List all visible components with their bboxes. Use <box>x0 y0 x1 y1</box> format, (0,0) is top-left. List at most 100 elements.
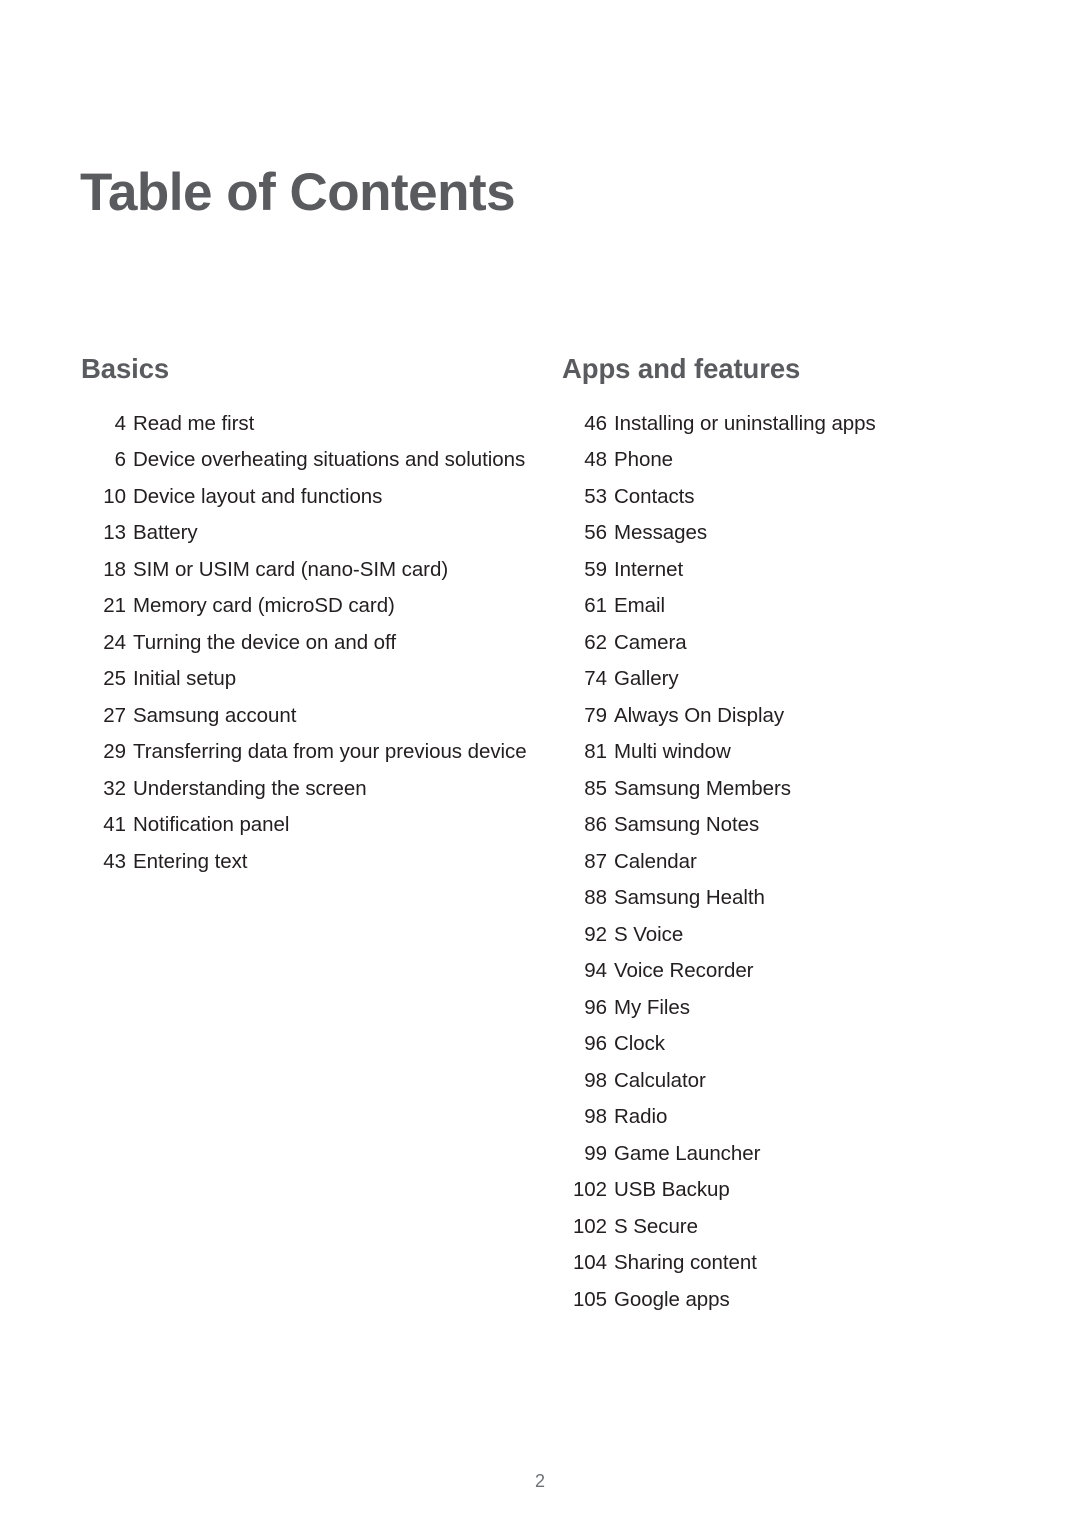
toc-entry-page-number: 41 <box>103 813 126 836</box>
toc-entry[interactable]: 13 Battery <box>81 518 531 547</box>
toc-entry-page-number: 24 <box>103 630 126 654</box>
toc-entry-page-number: 88 <box>584 886 607 909</box>
toc-entry-page-number: 27 <box>103 703 126 727</box>
toc-entry-title: Radio <box>614 1105 668 1128</box>
toc-entry[interactable]: 74 Gallery <box>562 664 1002 693</box>
toc-entry-title: Calculator <box>614 1068 706 1092</box>
toc-entry[interactable]: 105 Google apps <box>562 1285 1002 1314</box>
toc-column-apps-and-features: Apps and features 46 Installing or uninst… <box>562 355 1002 1321</box>
toc-entry-page-number: 85 <box>584 776 607 800</box>
toc-entry[interactable]: 96 Clock <box>562 1029 1002 1058</box>
toc-entry[interactable]: 43 Entering text <box>81 847 531 876</box>
toc-entry[interactable]: 6 Device overheating situations and solut… <box>81 445 531 474</box>
toc-entry-title: Device layout and functions <box>133 484 383 508</box>
toc-entry[interactable]: 102 USB Backup <box>562 1175 1002 1204</box>
toc-entry-page-number: 61 <box>584 594 607 617</box>
toc-entry-title: Sharing content <box>614 1251 757 1274</box>
toc-entry-title: Samsung Health <box>614 886 765 909</box>
toc-entry-page-number: 102 <box>572 1178 607 1201</box>
toc-entry[interactable]: 27 Samsung account <box>81 701 531 730</box>
toc-column-basics: Basics 4 Read me first 6 Device overheating… <box>81 355 531 883</box>
toc-entry-page-number: 46 <box>584 411 607 435</box>
toc-entry[interactable]: 85 Samsung Members <box>562 774 1002 803</box>
toc-entry-page-number: 105 <box>572 1287 607 1311</box>
toc-entry-title: Contacts <box>614 484 695 508</box>
toc-entry-page-number: 43 <box>103 849 126 873</box>
toc-entry-title: Samsung Notes <box>614 813 760 836</box>
toc-entry[interactable]: 56 Messages <box>562 518 1002 547</box>
toc-entry-page-number: 98 <box>584 1105 607 1128</box>
toc-entry[interactable]: 25 Initial setup <box>81 664 531 693</box>
toc-entry[interactable]: 98 Calculator <box>562 1066 1002 1095</box>
toc-entry-title: Clock <box>614 1032 666 1055</box>
toc-entry-title: Multi window <box>614 740 731 763</box>
toc-entry-title: Email <box>614 594 666 617</box>
toc-entry[interactable]: 98 Radio <box>562 1102 1002 1131</box>
toc-entry-page-number: 25 <box>103 667 126 690</box>
toc-entry-title: Entering text <box>133 849 248 873</box>
toc-entry-title: Internet <box>614 557 684 581</box>
toc-entry-title: Turning the device on and off <box>133 630 396 654</box>
toc-entry-page-number: 4 <box>114 411 126 435</box>
toc-entry[interactable]: 92 S Voice <box>562 920 1002 949</box>
toc-entry-title: Camera <box>614 630 687 654</box>
toc-entry[interactable]: 10 Device layout and functions <box>81 482 531 511</box>
toc-entry-title: Phone <box>614 448 674 471</box>
toc-entry-page-number: 56 <box>584 521 607 544</box>
toc-entry-title: Google apps <box>614 1287 730 1311</box>
toc-entry[interactable]: 62 Camera <box>562 628 1002 657</box>
toc-entry-page-number: 87 <box>584 849 607 873</box>
toc-entry[interactable]: 21 Memory card (microSD card) <box>81 591 531 620</box>
toc-entry[interactable]: 59 Internet <box>562 555 1002 584</box>
toc-entry[interactable]: 4 Read me first <box>81 409 531 438</box>
toc-entry-page-number: 6 <box>114 448 126 471</box>
toc-entry-title: Game Launcher <box>614 1141 761 1165</box>
toc-entry-title: Battery <box>133 521 198 544</box>
toc-entry-page-number: 81 <box>584 740 607 763</box>
toc-entry[interactable]: 102 S Secure <box>562 1212 1002 1241</box>
toc-entry-title: Messages <box>614 521 708 544</box>
section-heading-apps-and-features: Apps and features <box>562 353 801 384</box>
toc-page: Table of Contents Basics 4 Read me first 6… <box>0 0 1080 1527</box>
toc-entry-page-number: 99 <box>584 1141 607 1165</box>
toc-entry[interactable]: 29 Transferring data from your previous d… <box>81 737 531 766</box>
toc-entry-title: Memory card (microSD card) <box>133 594 395 617</box>
toc-entry-page-number: 96 <box>584 995 607 1019</box>
toc-entry-page-number: 48 <box>584 448 607 471</box>
toc-entry[interactable]: 87 Calendar <box>562 847 1002 876</box>
toc-entry[interactable]: 94 Voice Recorder <box>562 956 1002 985</box>
toc-entry-page-number: 62 <box>584 630 607 654</box>
toc-entry[interactable]: 88 Samsung Health <box>562 883 1002 912</box>
toc-entry-title: Transferring data from your previous dev… <box>133 740 527 763</box>
toc-entry-title: Device overheating situations and soluti… <box>133 448 526 471</box>
toc-entry-title: Voice Recorder <box>614 959 754 982</box>
toc-entry[interactable]: 48 Phone <box>562 445 1002 474</box>
toc-entry[interactable]: 32 Understanding the screen <box>81 774 531 803</box>
toc-entry[interactable]: 104 Sharing content <box>562 1248 1002 1277</box>
toc-entry-page-number: 21 <box>103 594 126 617</box>
toc-entry-page-number: 32 <box>103 776 126 800</box>
toc-entry-title: SIM or USIM card (nano-SIM card) <box>133 557 449 581</box>
toc-entry-title: Installing or uninstalling apps <box>614 411 876 435</box>
toc-entry-page-number: 13 <box>103 521 126 544</box>
toc-entry[interactable]: 81 Multi window <box>562 737 1002 766</box>
toc-entry-page-number: 74 <box>584 667 607 690</box>
toc-entry[interactable]: 53 Contacts <box>562 482 1002 511</box>
toc-entry[interactable]: 96 My Files <box>562 993 1002 1022</box>
section-heading-basics: Basics <box>81 353 170 384</box>
toc-entry-page-number: 53 <box>584 484 607 508</box>
toc-entry[interactable]: 18 SIM or USIM card (nano-SIM card) <box>81 555 531 584</box>
toc-entry-title: Gallery <box>614 667 679 690</box>
toc-entry[interactable]: 61 Email <box>562 591 1002 620</box>
toc-entry-title: Samsung account <box>133 703 297 727</box>
toc-entry-title: USB Backup <box>614 1178 730 1201</box>
toc-entry[interactable]: 99 Game Launcher <box>562 1139 1002 1168</box>
toc-entry[interactable]: 41 Notification panel <box>81 810 531 839</box>
toc-entry-title: Samsung Members <box>614 776 791 800</box>
toc-entry[interactable]: 79 Always On Display <box>562 701 1002 730</box>
toc-entry[interactable]: 24 Turning the device on and off <box>81 628 531 657</box>
toc-entry-page-number: 104 <box>572 1251 607 1274</box>
toc-entry[interactable]: 46 Installing or uninstalling apps <box>562 409 1002 438</box>
toc-entry-page-number: 92 <box>584 922 607 946</box>
toc-entry[interactable]: 86 Samsung Notes <box>562 810 1002 839</box>
